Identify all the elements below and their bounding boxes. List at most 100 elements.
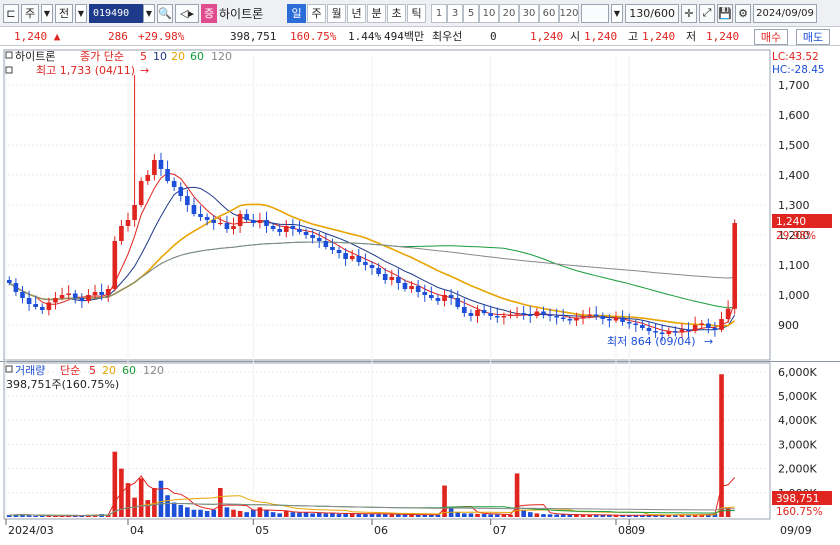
volume-bar bbox=[33, 516, 38, 517]
volume-bar bbox=[376, 513, 381, 517]
legend-ma-20: 20 bbox=[171, 50, 185, 63]
volume-bar bbox=[501, 514, 507, 517]
candle-body bbox=[666, 331, 672, 334]
candle-body bbox=[316, 238, 322, 241]
min-price-annotation: 최저 864 (09/04) bbox=[607, 335, 696, 348]
candle-body bbox=[435, 298, 441, 301]
volume-bar bbox=[237, 510, 243, 517]
candle-body bbox=[402, 283, 408, 289]
volume-bar bbox=[336, 513, 342, 517]
open-label: 시 bbox=[570, 30, 581, 43]
period-20[interactable]: 20 bbox=[499, 3, 519, 23]
chart-menu-icon[interactable]: ⊏ bbox=[3, 3, 19, 23]
fullscreen-icon[interactable]: ⤢ bbox=[699, 3, 715, 23]
stock-code-dropdown-icon[interactable]: ▼ bbox=[143, 3, 155, 23]
max-arrow-icon: → bbox=[140, 64, 149, 77]
candle-body bbox=[86, 295, 91, 301]
candle-body bbox=[574, 317, 579, 321]
timeframe-6[interactable]: 틱 bbox=[407, 3, 426, 23]
stock-nav-icon[interactable]: ◁▸ bbox=[175, 3, 199, 23]
candle-body bbox=[270, 226, 276, 229]
candle-body bbox=[13, 283, 19, 292]
date-display[interactable]: 2024/09/09 bbox=[753, 3, 817, 23]
candle-body bbox=[580, 316, 586, 318]
volume-bar bbox=[541, 514, 546, 517]
buy-button[interactable]: 매수 bbox=[754, 29, 788, 45]
gear-icon[interactable]: ⚙ bbox=[735, 3, 751, 23]
volume-bar bbox=[554, 514, 559, 517]
candle-body bbox=[508, 314, 513, 316]
timeframe-4[interactable]: 분 bbox=[367, 3, 386, 23]
candle-body bbox=[79, 298, 85, 301]
period-120[interactable]: 120 bbox=[559, 3, 579, 23]
period-1[interactable]: 1 bbox=[431, 3, 447, 23]
price-tick-label: 1,700 bbox=[778, 79, 810, 92]
period-10[interactable]: 10 bbox=[479, 3, 499, 23]
candle-body bbox=[646, 328, 652, 331]
sell-button[interactable]: 매도 bbox=[796, 29, 830, 45]
crosshair-icon[interactable]: ✛ bbox=[681, 3, 697, 23]
candle-body bbox=[587, 314, 592, 316]
stock-chart[interactable]: 9001,0001,1001,2001,3001,4001,5001,6001,… bbox=[0, 47, 840, 542]
stock-code-input[interactable]: 019490 bbox=[89, 3, 143, 23]
custom-period-input[interactable] bbox=[581, 3, 609, 23]
chevron-down-icon[interactable]: ▼ bbox=[75, 3, 87, 23]
candle-body bbox=[112, 241, 118, 289]
candle-body bbox=[297, 229, 302, 232]
candle-body bbox=[640, 325, 645, 328]
stock-name: 하이트론 bbox=[219, 6, 264, 21]
candle-body bbox=[534, 311, 540, 316]
period-30[interactable]: 30 bbox=[519, 3, 539, 23]
market-type-select[interactable]: 주 bbox=[21, 3, 39, 23]
candle-body bbox=[46, 302, 52, 310]
volume-bar bbox=[39, 515, 45, 517]
view-select[interactable]: 전 bbox=[55, 3, 73, 23]
period-60[interactable]: 60 bbox=[539, 3, 559, 23]
timeframe-0[interactable]: 일 bbox=[287, 3, 306, 23]
candle-body bbox=[369, 265, 375, 268]
timeframe-3[interactable]: 년 bbox=[347, 3, 366, 23]
volume-bar bbox=[231, 509, 236, 517]
volume-bar bbox=[363, 514, 368, 517]
candle-body bbox=[468, 313, 474, 316]
x-axis-end-label: 09/09 bbox=[780, 524, 812, 537]
candle-body bbox=[165, 169, 170, 181]
volume-bar bbox=[244, 512, 250, 517]
candle-body bbox=[138, 181, 144, 205]
candle-body bbox=[132, 205, 137, 220]
chart-area[interactable]: 900 1,000 1,100 1,200 1,300 1,400 1,500 1,600 1,… bbox=[0, 47, 840, 542]
candle-body bbox=[600, 316, 606, 319]
candle-body bbox=[303, 232, 309, 235]
volume-bar bbox=[607, 515, 612, 517]
candle-body bbox=[145, 175, 151, 181]
x-tick-label: 05 bbox=[255, 524, 269, 537]
count-display[interactable]: 130/600 bbox=[625, 3, 679, 23]
volume-bar bbox=[343, 513, 348, 517]
candle-body bbox=[541, 311, 546, 315]
search-icon[interactable]: 🔍 bbox=[157, 3, 173, 23]
chevron-down-icon[interactable]: ▼ bbox=[611, 3, 623, 23]
timeframe-5[interactable]: 초 bbox=[387, 3, 406, 23]
candle-body bbox=[626, 322, 632, 324]
candle-body bbox=[363, 262, 368, 265]
candle-body bbox=[653, 331, 658, 333]
timeframe-1[interactable]: 주 bbox=[307, 3, 326, 23]
candle-body bbox=[679, 329, 685, 333]
candle-body bbox=[198, 214, 203, 217]
chevron-down-icon[interactable]: ▼ bbox=[41, 3, 53, 23]
volume-bar bbox=[488, 514, 494, 517]
price-tick-label: 1,000 bbox=[778, 289, 810, 302]
save-icon[interactable]: 💾 bbox=[717, 3, 733, 23]
candle-body bbox=[119, 226, 124, 241]
best-bid-label: 최우선 bbox=[432, 30, 463, 43]
volume-bar bbox=[178, 504, 184, 517]
up-arrow-icon: ▲ bbox=[53, 29, 61, 43]
max-price-annotation: 최고 1,733 (04/11) bbox=[36, 64, 135, 77]
candle-body bbox=[560, 317, 566, 319]
legend-ma-60: 60 bbox=[190, 50, 204, 63]
period-3[interactable]: 3 bbox=[447, 3, 463, 23]
period-5[interactable]: 5 bbox=[463, 3, 479, 23]
turnover-rate: 1.44% bbox=[348, 29, 382, 43]
timeframe-2[interactable]: 월 bbox=[327, 3, 346, 23]
candle-body bbox=[185, 196, 190, 205]
